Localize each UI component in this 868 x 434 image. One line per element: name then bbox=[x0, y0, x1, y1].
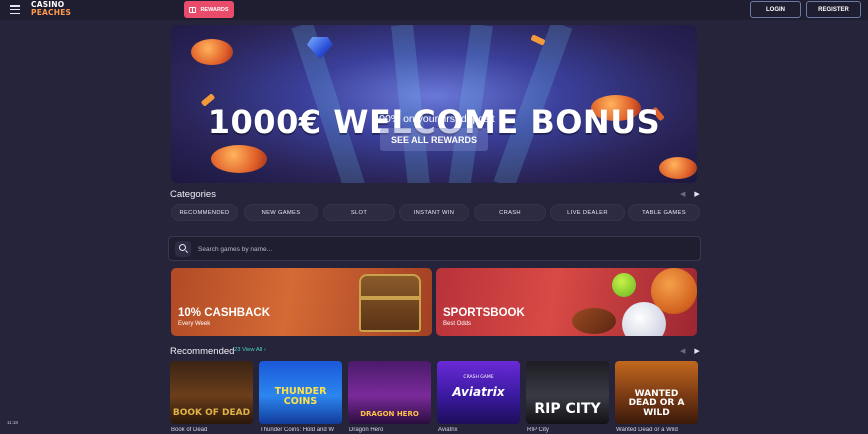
chevron-right-icon: › bbox=[263, 347, 266, 353]
treasure-chest-icon bbox=[359, 274, 421, 332]
tab-slot[interactable]: SLOT bbox=[323, 204, 395, 221]
categories-title: Categories bbox=[170, 189, 216, 200]
coin-decoration bbox=[659, 157, 697, 179]
arrow-left-icon[interactable]: ◀ bbox=[680, 190, 685, 198]
tab-new-games[interactable]: NEW GAMES bbox=[244, 204, 318, 221]
view-all-label: View All bbox=[242, 347, 263, 353]
tab-instant-win[interactable]: INSTANT WIN bbox=[399, 204, 469, 221]
arrow-right-icon[interactable]: ▶ bbox=[694, 190, 699, 198]
logo-line2: PEACHES bbox=[31, 8, 72, 17]
game-art-title: RIP CITY bbox=[534, 401, 601, 417]
recommended-nav: ◀ ▶ bbox=[680, 347, 700, 355]
logo[interactable]: CASINO PEACHES bbox=[31, 1, 75, 19]
promo-title: SPORTSBOOK bbox=[443, 307, 525, 319]
game-name: RIP City bbox=[527, 427, 549, 433]
rewards-label: REWARDS bbox=[200, 6, 229, 13]
game-tile-dragon-hero[interactable]: DRAGON HERO bbox=[348, 361, 431, 424]
game-name: Thunder Coins: Hold and W bbox=[260, 427, 335, 433]
promo-subtitle: Every Week bbox=[178, 321, 211, 327]
search-icon[interactable] bbox=[175, 241, 191, 257]
game-art-title: Aviatrix bbox=[452, 385, 505, 399]
search-input[interactable] bbox=[198, 242, 693, 256]
game-name: Aviatrix bbox=[438, 427, 458, 433]
arrow-left-icon[interactable]: ◀ bbox=[680, 347, 685, 355]
promo-title: 10% CASHBACK bbox=[178, 307, 271, 319]
login-button[interactable]: LOGIN bbox=[750, 1, 801, 18]
coin-decoration bbox=[211, 145, 267, 173]
hero-banner: 1000€ WELCOME BONUS 100% on your first d… bbox=[171, 25, 697, 183]
view-all-link[interactable]: 23 View All › bbox=[234, 347, 266, 353]
top-bar: CASINO PEACHES REWARDS LOGIN REGISTER bbox=[0, 0, 868, 20]
tab-table-games[interactable]: TABLE GAMES bbox=[628, 204, 700, 221]
see-all-rewards-button[interactable]: SEE ALL REWARDS bbox=[380, 128, 488, 151]
football-icon bbox=[572, 308, 616, 334]
promo-subtitle: Best Odds bbox=[443, 321, 472, 327]
category-tabs: RECOMMENDED NEW GAMES SLOT INSTANT WIN C… bbox=[171, 204, 701, 221]
coin-decoration bbox=[191, 39, 233, 65]
game-name: Wanted Dead or a Wild bbox=[616, 427, 678, 433]
cashback-promo-card[interactable]: 10% CASHBACK Every Week bbox=[171, 268, 432, 336]
game-art-title: WANTED DEAD OR A WILD bbox=[628, 388, 685, 418]
gift-icon bbox=[189, 6, 197, 13]
hero-subtitle: 100% on your first deposit bbox=[373, 113, 495, 125]
game-art-title: BOOK OF DEAD bbox=[172, 408, 251, 418]
tab-crash[interactable]: CRASH bbox=[474, 204, 546, 221]
game-tile-rip-city[interactable]: RIP CITY bbox=[526, 361, 609, 424]
game-name: Book of Dead bbox=[171, 427, 208, 433]
categories-nav: ◀ ▶ bbox=[680, 190, 700, 198]
tab-live-dealer[interactable]: LIVE DEALER bbox=[550, 204, 625, 221]
register-button[interactable]: REGISTER bbox=[806, 1, 861, 18]
game-tile-book-of-dead[interactable]: BOOK OF DEAD bbox=[170, 361, 253, 424]
tennis-ball-icon bbox=[612, 273, 636, 297]
clock: 11:18 bbox=[7, 420, 18, 425]
game-count: 23 bbox=[234, 347, 241, 353]
game-art-title: THUNDER COINS bbox=[274, 386, 327, 407]
game-name: Dragon Hero bbox=[349, 427, 384, 433]
search-bar bbox=[168, 236, 701, 261]
game-tile-wanted-dead[interactable]: WANTED DEAD OR A WILD bbox=[615, 361, 698, 424]
rewards-button[interactable]: REWARDS bbox=[184, 1, 234, 18]
arrow-right-icon[interactable]: ▶ bbox=[694, 347, 699, 355]
game-art-title: DRAGON HERO bbox=[360, 410, 419, 418]
menu-icon[interactable] bbox=[10, 5, 20, 14]
sportsbook-promo-card[interactable]: SPORTSBOOK Best Odds bbox=[436, 268, 697, 336]
recommended-title: Recommended bbox=[170, 346, 235, 357]
game-tile-thunder-coins[interactable]: THUNDER COINS bbox=[259, 361, 342, 424]
tab-recommended[interactable]: RECOMMENDED bbox=[171, 204, 238, 221]
game-art-tag: CRASH GAME bbox=[463, 374, 494, 380]
game-tile-aviatrix[interactable]: CRASH GAME Aviatrix bbox=[437, 361, 520, 424]
